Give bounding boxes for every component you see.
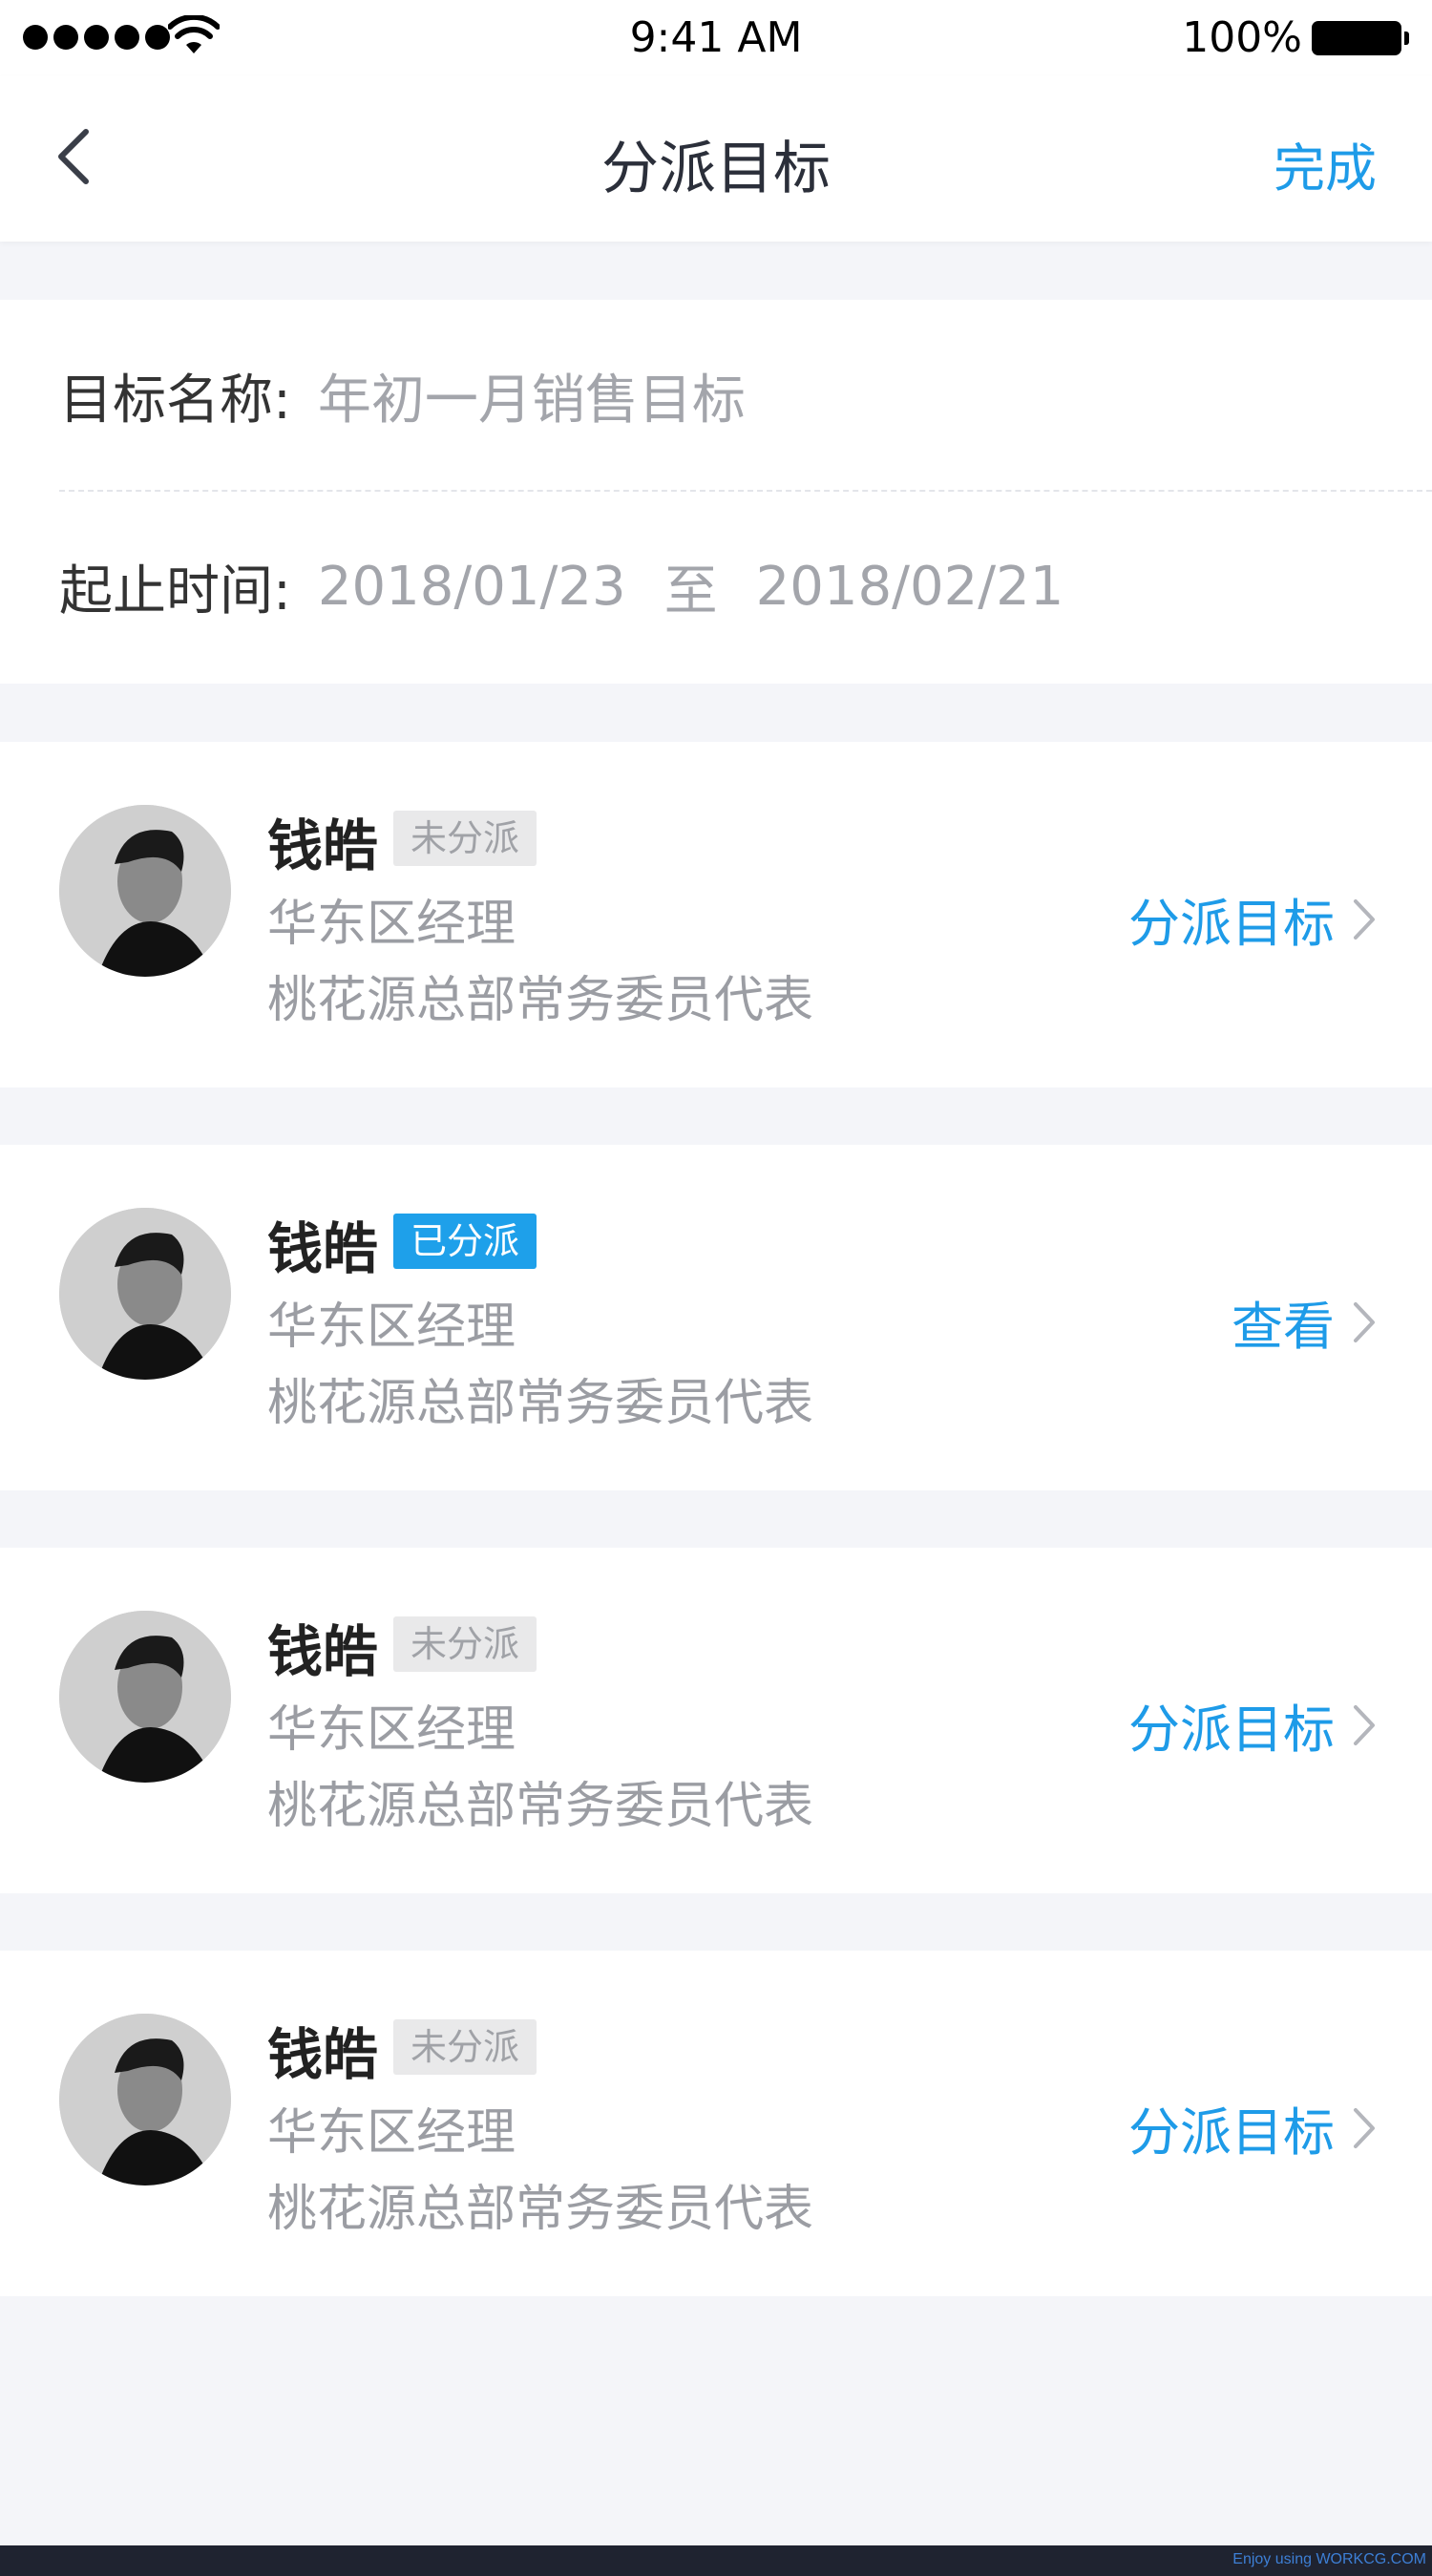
chevron-right-icon — [1354, 1704, 1375, 1745]
status-badge: 未分派 — [393, 811, 537, 866]
done-button[interactable]: 完成 — [1274, 126, 1377, 201]
target-name-value[interactable]: 年初一月销售目标 — [318, 357, 746, 434]
member-card: 钱皓 已分派 华东区经理 桃花源总部常务委员代表 查看 — [0, 1145, 1432, 1490]
view-button[interactable]: 查看 — [1232, 1284, 1379, 1360]
page-title: 分派目标 — [601, 136, 831, 202]
watermark: Enjoy using WORKCG.COM — [1232, 2551, 1426, 2567]
chevron-right-icon — [1354, 898, 1375, 940]
target-period-row: 起止时间: 2018/01/23 至 2018/02/21 — [59, 491, 1432, 682]
assign-target-button[interactable]: 分派目标 — [1128, 881, 1379, 957]
member-title: 华东区经理 — [267, 2104, 516, 2162]
member-name: 钱皓 — [267, 2022, 379, 2087]
target-name-label: 目标名称: — [59, 369, 291, 432]
chevron-left-icon — [58, 129, 89, 184]
member-department: 桃花源总部常务委员代表 — [267, 972, 814, 1029]
end-date[interactable]: 2018/02/21 — [756, 556, 1064, 618]
avatar — [59, 2014, 231, 2185]
navigation-bar: 分派目标 完成 — [0, 76, 1432, 242]
member-title: 华东区经理 — [267, 1299, 516, 1356]
member-department: 桃花源总部常务委员代表 — [267, 2181, 814, 2238]
battery-icon — [1312, 21, 1409, 55]
member-name: 钱皓 — [267, 1216, 379, 1281]
action-label: 分派目标 — [1128, 894, 1335, 954]
date-separator: 至 — [663, 560, 718, 623]
member-card: 钱皓 未分派 华东区经理 桃花源总部常务委员代表 分派目标 — [0, 1951, 1432, 2296]
start-date[interactable]: 2018/01/23 — [318, 556, 626, 618]
battery-percentage: 100% — [1182, 13, 1302, 62]
member-title: 华东区经理 — [267, 1701, 516, 1759]
chevron-right-icon — [1354, 2107, 1375, 2148]
member-name: 钱皓 — [267, 813, 379, 878]
footer-bar: Enjoy using WORKCG.COM — [0, 2545, 1432, 2576]
member-name: 钱皓 — [267, 1619, 379, 1684]
target-info-card: 目标名称: 年初一月销售目标 起止时间: 2018/01/23 至 2018/0… — [0, 300, 1432, 684]
action-label: 分派目标 — [1128, 1700, 1335, 1760]
status-badge: 未分派 — [393, 2019, 537, 2075]
member-card: 钱皓 未分派 华东区经理 桃花源总部常务委员代表 分派目标 — [0, 1548, 1432, 1893]
avatar — [59, 1611, 231, 1783]
assign-target-screen: 9:41 AM 100% 分派目标 完成 目标名称: 年初一月销售目标 起止时间… — [0, 0, 1432, 2576]
member-department: 桃花源总部常务委员代表 — [267, 1375, 814, 1432]
member-title: 华东区经理 — [267, 896, 516, 953]
avatar — [59, 805, 231, 977]
action-label: 查看 — [1232, 1297, 1335, 1357]
member-card: 钱皓 未分派 华东区经理 桃花源总部常务委员代表 分派目标 — [0, 742, 1432, 1087]
assign-target-button[interactable]: 分派目标 — [1128, 2090, 1379, 2165]
target-period-label: 起止时间: — [59, 560, 291, 623]
assign-target-button[interactable]: 分派目标 — [1128, 1687, 1379, 1763]
status-badge: 未分派 — [393, 1616, 537, 1672]
member-department: 桃花源总部常务委员代表 — [267, 1778, 814, 1835]
action-label: 分派目标 — [1128, 2102, 1335, 2163]
status-badge: 已分派 — [393, 1214, 537, 1269]
avatar — [59, 1208, 231, 1380]
target-name-row: 目标名称: 年初一月销售目标 — [59, 300, 1432, 491]
status-bar: 9:41 AM 100% — [0, 0, 1432, 76]
chevron-right-icon — [1354, 1301, 1375, 1342]
back-button[interactable] — [48, 118, 105, 195]
